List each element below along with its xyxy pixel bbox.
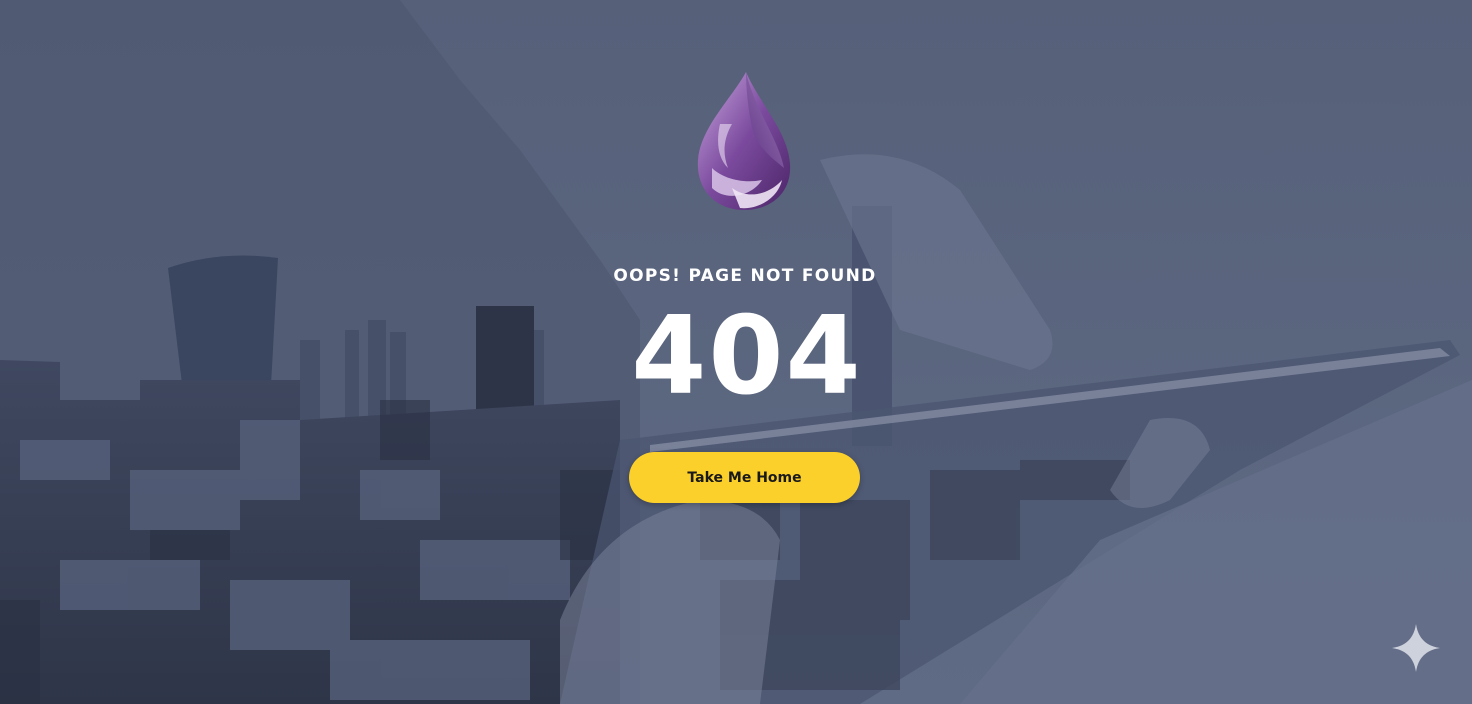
- error-subtitle: OOPS! PAGE NOT FOUND: [613, 266, 877, 286]
- error-code: 404: [631, 294, 863, 419]
- sparkle-icon: [1392, 624, 1440, 672]
- take-me-home-button[interactable]: Take Me Home: [629, 452, 860, 503]
- not-found-page: OOPS! PAGE NOT FOUND 404 Take Me Home: [0, 0, 1472, 704]
- purple-drop-logo-icon: [697, 72, 791, 210]
- error-content: OOPS! PAGE NOT FOUND 404 Take Me Home: [0, 0, 1472, 704]
